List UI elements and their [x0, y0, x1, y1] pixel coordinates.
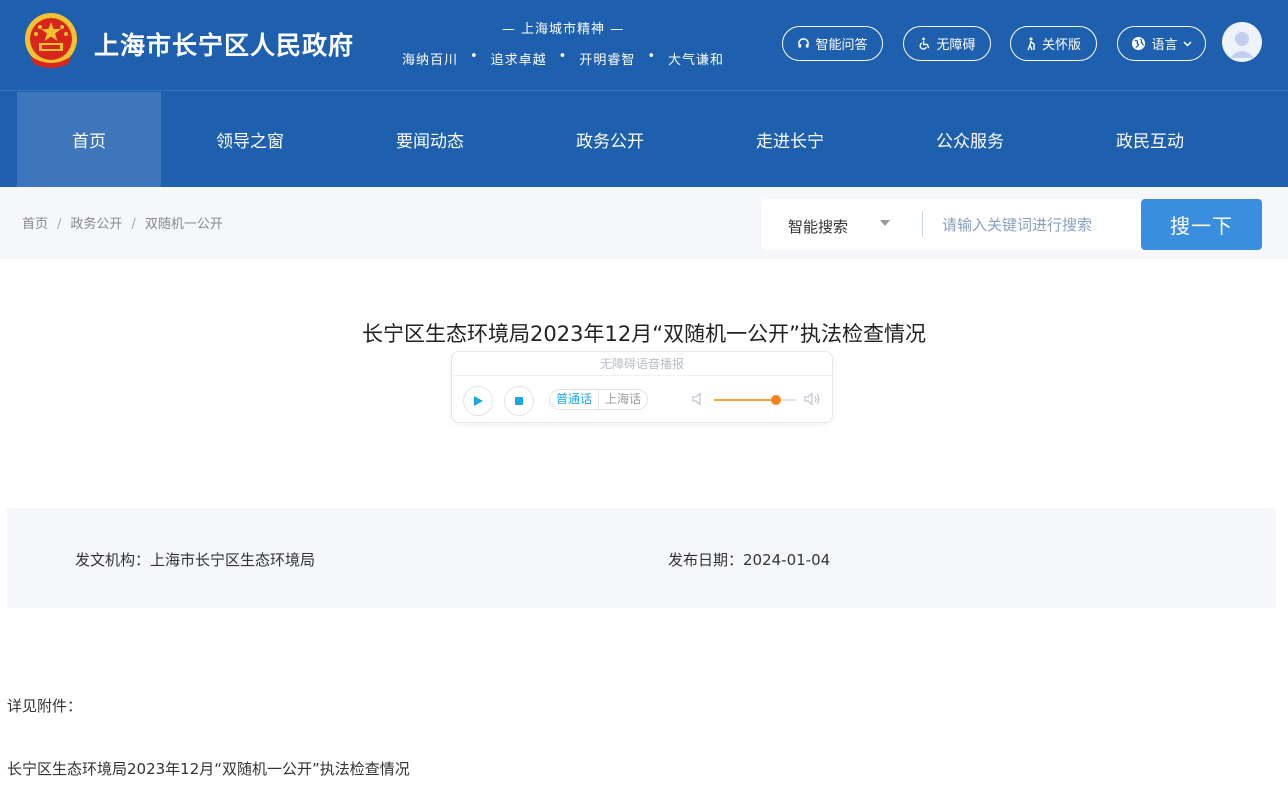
site-title[interactable]: 上海市长宁区人民政府 — [94, 26, 354, 62]
stop-icon — [515, 397, 523, 405]
publish-date: 发布日期：2024-01-04 — [668, 551, 831, 569]
dialect-toggle: 普通话 上海话 — [549, 389, 649, 410]
elder-person-icon — [1027, 37, 1035, 50]
nav-item-gov-affairs[interactable]: 政务公开 — [540, 92, 680, 187]
wheelchair-icon — [920, 37, 930, 50]
breadcrumb-separator: / — [57, 217, 62, 232]
breadcrumb-current[interactable]: 双随机一公开 — [145, 217, 223, 232]
search-type-select[interactable]: 智能搜索 — [788, 216, 848, 237]
search-input[interactable] — [942, 213, 1132, 237]
nav-item-about-changning[interactable]: 走进长宁 — [720, 92, 860, 187]
article-body-text: 详见附件： — [7, 697, 83, 715]
spirit-word: 海纳百川 — [401, 53, 458, 68]
main-nav: 首页 领导之窗 要闻动态 政务公开 走进长宁 公众服务 政民互动 — [0, 92, 1288, 187]
article-title: 长宁区生态环境局2023年12月“双随机一公开”执法检查情况 — [362, 322, 926, 346]
accessibility-button[interactable]: 无障碍 — [903, 26, 991, 61]
caret-down-icon[interactable] — [880, 220, 890, 226]
play-icon — [474, 396, 483, 406]
nav-item-news[interactable]: 要闻动态 — [360, 92, 500, 187]
language-button[interactable]: 语言 — [1117, 26, 1206, 61]
nav-item-leaders[interactable]: 领导之窗 — [180, 92, 320, 187]
accessibility-label: 无障碍 — [936, 38, 976, 53]
breadcrumb-bar: 首页 / 政务公开 / 双随机一公开 智能搜索 搜一下 — [0, 187, 1288, 259]
attachment-link[interactable]: 长宁区生态环境局2023年12月“双随机一公开”执法检查情况 — [7, 758, 410, 779]
volume-slider-handle[interactable] — [770, 395, 781, 405]
care-version-button[interactable]: 关怀版 — [1010, 26, 1097, 61]
globe-icon — [1132, 36, 1146, 51]
smart-qa-button[interactable]: 智能问答 — [782, 26, 883, 61]
site-header: 上海市长宁区人民政府 — 上海城市精神 — 海纳百川 • 追求卓越 • 开明睿智… — [0, 0, 1288, 187]
spirit-word: 大气谦和 — [668, 53, 725, 68]
nav-item-home[interactable]: 首页 — [17, 92, 161, 187]
separator-dot: • — [558, 49, 568, 64]
issuing-organization: 发文机构：上海市长宁区生态环境局 — [75, 551, 316, 569]
user-icon — [1222, 22, 1262, 62]
breadcrumb-link-home[interactable]: 首页 — [22, 217, 48, 232]
search-button[interactable]: 搜一下 — [1141, 199, 1262, 250]
volume-high-icon[interactable] — [804, 391, 821, 407]
dialect-mandarin[interactable]: 普通话 — [550, 390, 600, 409]
volume-low-icon[interactable] — [692, 392, 704, 406]
volume-slider[interactable] — [714, 395, 796, 405]
separator-dot: • — [647, 49, 657, 64]
care-version-label: 关怀版 — [1041, 38, 1081, 53]
breadcrumb-link-gov-affairs[interactable]: 政务公开 — [70, 217, 122, 232]
separator-dot: • — [469, 49, 479, 64]
city-spirit-title: — 上海城市精神 — — [501, 22, 625, 37]
search-box: 智能搜索 搜一下 — [762, 199, 1262, 250]
top-bar: 上海市长宁区人民政府 — 上海城市精神 — 海纳百川 • 追求卓越 • 开明睿智… — [0, 0, 1288, 91]
breadcrumb-separator: / — [131, 217, 136, 232]
spirit-word: 追求卓越 — [490, 53, 547, 68]
play-button[interactable] — [463, 386, 493, 416]
stop-button[interactable] — [504, 386, 534, 416]
audio-player: 无障碍语音播报 普通话 上海话 — [451, 351, 833, 423]
spirit-word: 开明睿智 — [579, 53, 636, 68]
headset-icon — [798, 38, 810, 48]
chevron-down-icon — [1182, 40, 1192, 47]
language-label: 语言 — [1151, 38, 1178, 53]
smart-qa-label: 智能问答 — [815, 38, 868, 53]
nav-item-public-services[interactable]: 公众服务 — [900, 92, 1040, 187]
audio-player-title: 无障碍语音播报 — [452, 352, 832, 376]
article-meta: 发文机构：上海市长宁区生态环境局 发布日期：2024-01-04 — [7, 508, 1276, 608]
volume-slider-fill — [714, 399, 776, 401]
national-emblem-icon[interactable] — [22, 10, 80, 70]
city-spirit-words: 海纳百川 • 追求卓越 • 开明睿智 • 大气谦和 — [388, 49, 738, 68]
breadcrumb: 首页 / 政务公开 / 双随机一公开 — [22, 213, 223, 232]
dialect-shanghainese[interactable]: 上海话 — [599, 390, 647, 409]
nav-item-interaction[interactable]: 政民互动 — [1080, 92, 1220, 187]
search-divider — [922, 211, 923, 237]
user-avatar[interactable] — [1222, 22, 1262, 62]
city-spirit: — 上海城市精神 — 海纳百川 • 追求卓越 • 开明睿智 • 大气谦和 — [388, 18, 738, 68]
